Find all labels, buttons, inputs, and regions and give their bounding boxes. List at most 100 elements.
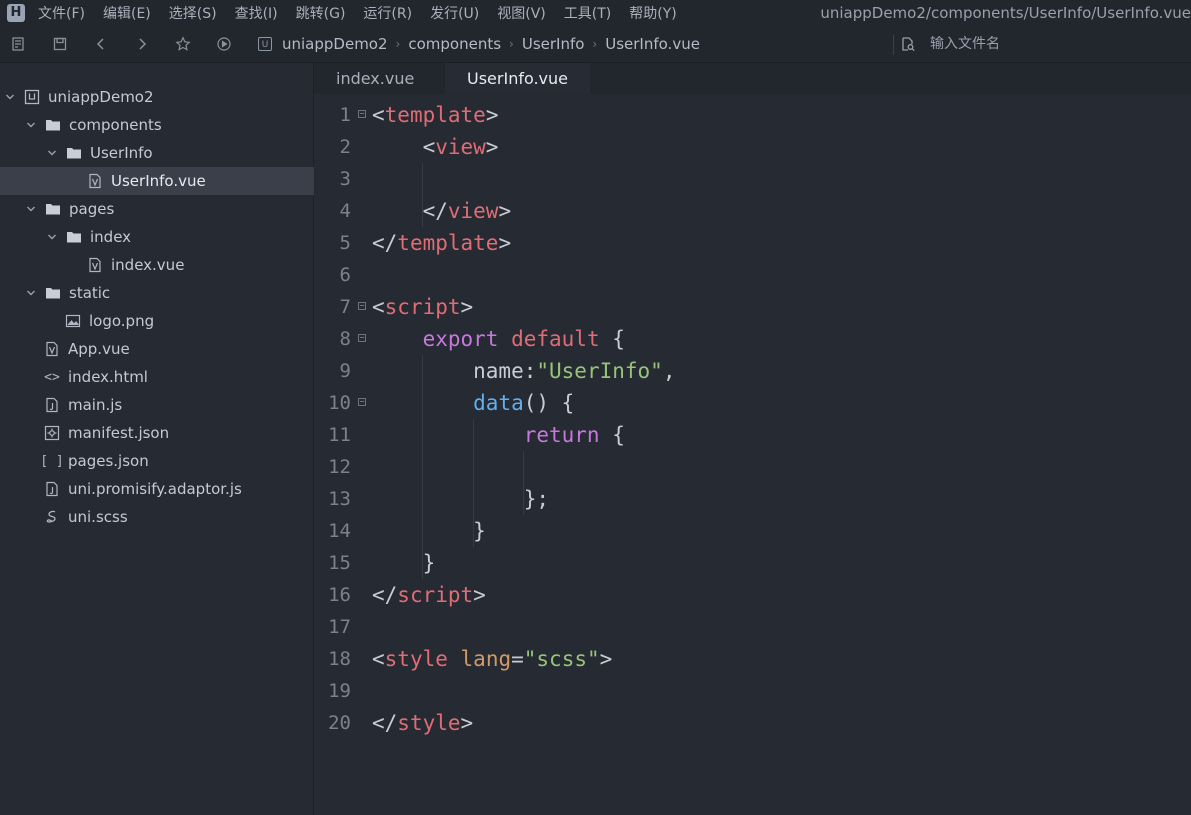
code-line[interactable]: 1− <template> [314,99,1191,131]
indent-guide [421,355,423,579]
folder-icon [45,117,61,133]
menu-find[interactable]: 查找(I) [235,3,278,23]
line-number: 1 [339,104,351,126]
breadcrumb-item[interactable]: uniappDemo2 [282,35,388,53]
toolbar-divider [893,35,894,55]
code-line[interactable]: 18 <style lang="scss"> [314,643,1191,675]
tree-item-folder[interactable]: components [0,111,339,139]
code-text: </template> [372,231,512,255]
tree-item-folder[interactable]: pages [0,195,339,223]
line-number: 20 [328,712,351,734]
menu-view[interactable]: 视图(V) [497,3,546,23]
menu-select[interactable]: 选择(S) [169,3,217,23]
breadcrumb-item[interactable]: UserInfo.vue [605,35,700,53]
code-text: } [372,551,436,575]
tree-item-label: main.js [68,396,123,414]
code-line[interactable]: 20 </style> [314,707,1191,739]
menu-edit[interactable]: 编辑(E) [103,3,151,23]
code-line[interactable]: 2 <view> [314,131,1191,163]
back-icon[interactable] [92,35,110,53]
folder-icon [45,201,61,217]
code-line[interactable]: 16 </script> [314,579,1191,611]
vue-file-icon [87,173,103,189]
star-icon[interactable] [174,35,192,53]
line-number: 2 [339,136,351,158]
manifest-file-icon [44,425,60,441]
project-explorer: uniappDemo2 components UserInfo UserInfo… [0,63,400,815]
open-project-icon[interactable] [9,35,27,53]
tree-item-label: pages.json [68,452,149,470]
chevron-down-icon[interactable] [26,120,36,130]
code-text: return { [523,423,625,447]
code-line[interactable]: 7− <script> [314,291,1191,323]
tree-item-project[interactable]: uniappDemo2 [0,83,318,111]
tab-index-vue[interactable]: index.vue [314,63,436,94]
tree-item-file[interactable]: App.vue [0,335,357,363]
menu-publish[interactable]: 发行(U) [430,3,479,23]
code-editor[interactable]: 1− <template> 2 <view> 3 4 </view> 5 </templat… [314,94,1191,815]
run-icon[interactable] [215,35,233,53]
code-line[interactable]: 5 </template> [314,227,1191,259]
chevron-down-icon[interactable] [5,92,15,102]
menu-tools[interactable]: 工具(T) [564,3,611,23]
indent-guide [523,451,525,515]
tree-item-label: index.html [68,368,148,386]
file-search-input[interactable] [930,36,1170,52]
code-line[interactable]: 15 } [314,547,1191,579]
menu-goto[interactable]: 跳转(G) [296,3,346,23]
line-number: 11 [328,424,351,446]
code-line[interactable]: 8− export default { [314,323,1191,355]
tree-item-file[interactable]: main.js [0,391,357,419]
tab-userinfo-vue[interactable]: UserInfo.vue [445,63,591,94]
tree-item-folder[interactable]: index [0,223,360,251]
project-icon [24,89,40,105]
code-line[interactable]: 10− data() { [314,387,1191,419]
menu-run[interactable]: 运行(R) [363,3,412,23]
save-icon[interactable] [51,35,69,53]
tree-item-folder[interactable]: UserInfo [0,139,360,167]
fold-toggle-icon[interactable]: − [358,110,366,118]
code-line[interactable]: 12 [314,451,1191,483]
tree-item-file[interactable]: uni.promisify.adaptor.js [0,475,357,503]
chevron-down-icon[interactable] [26,204,36,214]
code-line[interactable]: 14 } [314,515,1191,547]
code-line[interactable]: 17 [314,611,1191,643]
code-line[interactable]: 3 [314,163,1191,195]
tree-item-label: manifest.json [68,424,170,442]
menu-file[interactable]: 文件(F) [38,3,85,23]
menu-help[interactable]: 帮助(Y) [629,3,676,23]
code-line[interactable]: 11 return { [314,419,1191,451]
code-line[interactable]: 13 }; [314,483,1191,515]
code-line[interactable]: 4 </view> [314,195,1191,227]
tree-item-label: UserInfo [90,144,153,162]
breadcrumb-item[interactable]: components [408,35,501,53]
code-text: <script> [372,295,474,319]
indent-guide [472,419,474,547]
tree-item-file[interactable]: uni.scss [0,503,357,531]
tree-item-folder[interactable]: static [0,279,339,307]
chevron-down-icon[interactable] [47,148,57,158]
tree-item-file[interactable]: manifest.json [0,419,357,447]
tree-item-file[interactable]: [ ] pages.json [0,447,357,475]
fold-toggle-icon[interactable]: − [358,398,366,406]
tree-item-label: components [69,116,162,134]
breadcrumb-item[interactable]: UserInfo [522,35,585,53]
forward-icon[interactable] [133,35,151,53]
vue-file-icon [44,341,60,357]
code-line[interactable]: 6 [314,259,1191,291]
code-line[interactable]: 9 name:"UserInfo", [314,355,1191,387]
tree-item-label: pages [69,200,115,218]
line-number: 12 [328,456,351,478]
fold-toggle-icon[interactable]: − [358,334,366,342]
code-line[interactable]: 19 [314,675,1191,707]
line-number: 5 [339,232,351,254]
fold-toggle-icon[interactable]: − [358,302,366,310]
chevron-down-icon[interactable] [26,288,36,298]
toolbar: U uniappDemo2 › components › UserInfo › … [0,26,1191,63]
chevron-down-icon[interactable] [47,232,57,242]
code-text: <view> [372,135,499,159]
tree-item-label: UserInfo.vue [111,172,206,190]
file-search-icon [902,37,915,52]
tree-item-file[interactable]: <> index.html [0,363,357,391]
js-file-icon [44,397,60,413]
